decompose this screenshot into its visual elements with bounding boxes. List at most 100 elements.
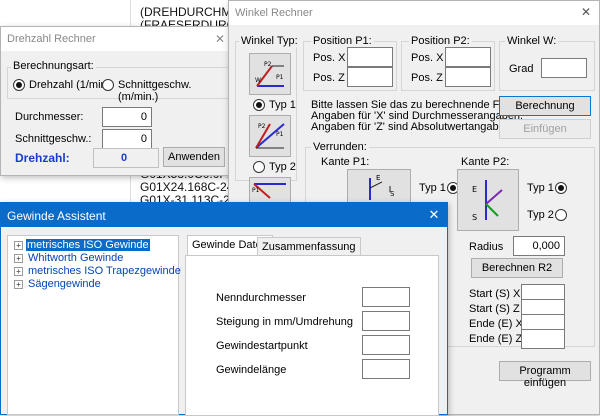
typ2-image-button[interactable]: P2 P1 <box>249 115 291 157</box>
p1-posz-label: Pos. Z <box>313 72 345 84</box>
angle-type3-icon: P1 <box>252 183 286 199</box>
p1-posx-label: Pos. X <box>313 52 346 64</box>
tree-item-whitworth[interactable]: Whitworth Gewinde <box>28 252 123 265</box>
radius-input[interactable]: 0,000 <box>513 236 565 256</box>
drehzahl-titlebar: Drehzahl Rechner <box>1 27 231 51</box>
tree-item-trapezgewinde[interactable]: metrisches ISO Trapezgewinde <box>28 265 181 278</box>
radio-typ2-label: Typ 2 <box>269 161 296 173</box>
position-p2-label: Position P2: <box>409 35 472 47</box>
kante-p2-typ2-label: Typ 2 <box>527 209 554 221</box>
verrunden-label: Verrunden: <box>311 141 369 153</box>
schnittgeschw-input[interactable]: 0 <box>102 129 152 149</box>
start-z-label: Start (S) Z <box>469 303 520 315</box>
durchmesser-input[interactable]: 0 <box>102 107 152 127</box>
p1-posz-input[interactable] <box>347 67 393 87</box>
radio-kante-p2-typ2[interactable] <box>555 209 567 221</box>
einfuegen-button[interactable]: Einfügen <box>499 119 591 139</box>
kante-p2-typ1-label: Typ 1 <box>527 182 554 194</box>
expand-icon[interactable]: + <box>14 267 23 276</box>
gewinde-tabs: Gewinde Daten Zusammenfassung <box>185 235 439 257</box>
kante-p1-image-button[interactable]: E S <box>347 169 411 205</box>
close-icon[interactable]: ✕ <box>213 33 227 47</box>
info-text-line3: Angaben für 'Z' sind Absolutwertangaben. <box>311 121 514 133</box>
grad-input[interactable] <box>541 58 587 78</box>
close-icon[interactable]: ✕ <box>579 6 593 20</box>
typ1-image-button[interactable]: P2 P1 W <box>249 53 291 95</box>
winkel-title: Winkel Rechner <box>235 7 313 19</box>
durchmesser-label: Durchmesser: <box>15 111 84 123</box>
radio-typ1-label: Typ 1 <box>269 99 296 111</box>
kante-p2-image-button[interactable]: E S <box>457 169 519 231</box>
radio-typ1[interactable] <box>253 99 265 111</box>
radius-label: Radius <box>469 241 504 253</box>
drehzahl-title: Drehzahl Rechner <box>7 33 96 45</box>
gewindelaenge-input[interactable] <box>362 359 410 379</box>
gewinde-daten-panel: Nenndurchmesser Steigung in mm/Umdrehung… <box>185 255 439 416</box>
angle-type2-icon: P2 P1 <box>255 123 285 149</box>
p2-posx-label: Pos. X <box>411 52 444 64</box>
gewindelaenge-label: Gewindelänge <box>216 364 287 376</box>
edge-p1-icon: E S <box>369 174 395 200</box>
berechnen-r2-button[interactable]: Berechnen R2 <box>471 258 563 278</box>
svg-text:W: W <box>255 77 261 84</box>
p2-posz-label: Pos. Z <box>411 72 443 84</box>
radio-schnittgeschw-label: Schnittgeschw. (m/min.) <box>118 79 192 103</box>
gewinde-titlebar: Gewinde Assistent <box>1 203 447 227</box>
radio-drehzahl-label: Drehzahl (1/min.) <box>29 79 114 91</box>
gewinde-title: Gewinde Assistent <box>7 209 106 223</box>
svg-text:P2: P2 <box>264 61 272 68</box>
grad-label: Grad <box>509 63 534 75</box>
radio-schnittgeschw[interactable] <box>102 79 114 91</box>
gewinde-tree: + metrisches ISO Gewinde + Whitworth Gew… <box>7 235 181 415</box>
start-x-label: Start (S) X <box>469 288 521 300</box>
drehzahl-result-label: Drehzahl: <box>15 151 70 165</box>
p1-posx-input[interactable] <box>347 47 393 67</box>
radio-typ2[interactable] <box>253 161 265 173</box>
expand-icon[interactable]: + <box>14 241 23 250</box>
gewinde-assistent-window: Gewinde Assistent ✕ + metrisches ISO Gew… <box>0 202 448 416</box>
ende-z-label: Ende (E) Z <box>469 333 523 345</box>
tab-zusammenfassung[interactable]: Zusammenfassung <box>257 237 361 255</box>
berechnungsart-label: Berechnungsart: <box>11 60 96 72</box>
svg-text:S: S <box>472 213 477 222</box>
kante-p1-typ1-label: Typ 1 <box>419 182 446 194</box>
gewindestartpunkt-label: Gewindestartpunkt <box>216 340 308 352</box>
gewindestartpunkt-input[interactable] <box>362 335 410 355</box>
svg-text:S: S <box>390 190 395 198</box>
winkel-titlebar: Winkel Rechner <box>229 1 599 25</box>
steigung-input[interactable] <box>362 311 410 331</box>
winkel-w-label: Winkel W: <box>505 35 559 47</box>
steigung-label: Steigung in mm/Umdrehung <box>216 316 353 328</box>
drehzahl-rechner-window: Drehzahl Rechner ✕ Berechnungsart: Drehz… <box>0 26 232 176</box>
tree-item-metrisches-iso[interactable]: metrisches ISO Gewinde <box>26 239 150 252</box>
angle-type1-icon: P2 P1 W <box>255 61 284 87</box>
svg-text:P2: P2 <box>258 123 266 130</box>
ende-x-label: Ende (E) X <box>469 318 523 330</box>
radio-drehzahl[interactable] <box>13 79 25 91</box>
edge-p2-icon: E S <box>472 180 503 222</box>
nenndurchmesser-input[interactable] <box>362 287 410 307</box>
p2-posz-input[interactable] <box>445 67 491 87</box>
svg-text:E: E <box>472 185 477 194</box>
winkel-typ-label: Winkel Typ: <box>239 35 300 47</box>
typ3-image-button[interactable]: P1 <box>249 177 291 203</box>
programm-einfuegen-button[interactable]: Programm einfügen <box>499 361 591 389</box>
kante-p2-label: Kante P2: <box>461 156 510 168</box>
expand-icon[interactable]: + <box>14 254 23 263</box>
kante-p1-label: Kante P1: <box>321 156 370 168</box>
radio-kante-p2-typ1[interactable] <box>555 182 567 194</box>
svg-text:P1: P1 <box>276 131 284 138</box>
svg-text:P1: P1 <box>276 74 284 81</box>
p2-posx-input[interactable] <box>445 47 491 67</box>
anwenden-button[interactable]: Anwenden <box>163 147 225 167</box>
position-p1-label: Position P1: <box>311 35 374 47</box>
ende-z-input[interactable] <box>521 329 565 349</box>
close-icon[interactable]: ✕ <box>427 208 441 222</box>
nenndurchmesser-label: Nenndurchmesser <box>216 292 306 304</box>
svg-text:P1: P1 <box>252 187 260 194</box>
expand-icon[interactable]: + <box>14 280 23 289</box>
tree-item-saegengewinde[interactable]: Sägengewinde <box>28 278 101 291</box>
berechnung-button[interactable]: Berechnung <box>499 96 591 116</box>
svg-text:E: E <box>376 174 380 182</box>
drehzahl-result-value: 0 <box>93 148 159 168</box>
